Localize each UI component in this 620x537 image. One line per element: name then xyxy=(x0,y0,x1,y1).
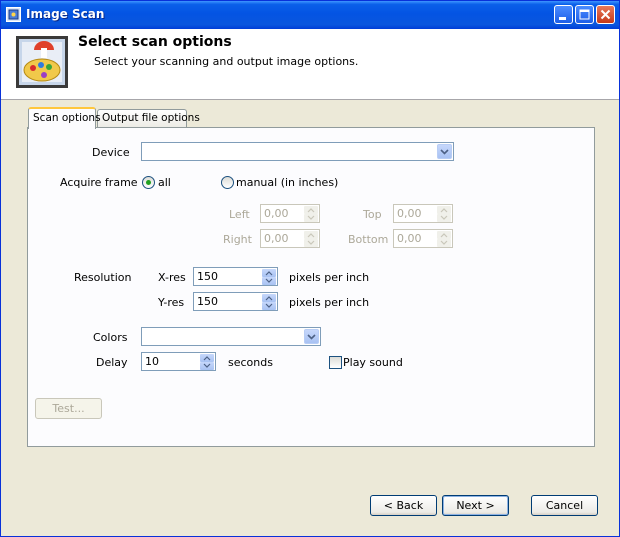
right-spin-down[interactable] xyxy=(304,239,318,247)
right-value: 0,00 xyxy=(264,232,289,245)
close-icon xyxy=(600,9,611,20)
xres-label: X-res xyxy=(158,271,186,284)
chevron-down-icon xyxy=(440,215,448,220)
maximize-button[interactable] xyxy=(575,5,594,24)
colors-dropdown-button[interactable] xyxy=(304,329,319,344)
bottom-spinbox[interactable]: 0,00 xyxy=(393,229,453,248)
test-button[interactable]: Test... xyxy=(35,398,102,419)
yres-label: Y-res xyxy=(158,296,185,309)
wizard-header: Select scan options Select your scanning… xyxy=(1,29,619,100)
top-spin-down[interactable] xyxy=(437,214,451,222)
chevron-down-icon xyxy=(265,278,273,283)
acquire-frame-label: Acquire frame xyxy=(60,176,138,189)
chevron-up-icon xyxy=(265,296,273,301)
left-label: Left xyxy=(229,208,250,221)
bottom-spin-down[interactable] xyxy=(437,239,451,247)
delay-spin-down[interactable] xyxy=(200,362,214,370)
window-title: Image Scan xyxy=(26,7,105,21)
cancel-button[interactable]: Cancel xyxy=(531,495,598,516)
chevron-down-icon xyxy=(440,240,448,245)
acquire-manual-label[interactable]: manual (in inches) xyxy=(236,176,338,189)
minimize-icon xyxy=(559,17,566,20)
top-value: 0,00 xyxy=(397,207,422,220)
play-sound-checkbox[interactable] xyxy=(329,356,342,369)
delay-unit-label: seconds xyxy=(228,356,273,369)
left-spin-up[interactable] xyxy=(304,206,318,214)
bottom-label: Bottom xyxy=(348,233,389,246)
tab-output-file-options[interactable]: Output file options xyxy=(97,109,200,127)
page-title: Select scan options xyxy=(78,34,232,50)
chevron-down-icon xyxy=(265,303,273,308)
xres-unit-label: pixels per inch xyxy=(289,271,370,284)
delay-spinbox[interactable]: 10 xyxy=(141,352,216,371)
colors-select[interactable] xyxy=(141,327,321,346)
title-bar[interactable]: Image Scan xyxy=(1,1,619,29)
chevron-up-icon xyxy=(440,208,448,213)
next-button[interactable]: Next > xyxy=(442,495,509,516)
xres-spin-down[interactable] xyxy=(262,277,276,285)
top-label: Top xyxy=(363,208,382,221)
yres-unit-label: pixels per inch xyxy=(289,296,370,309)
yres-spinbox[interactable]: 150 xyxy=(193,292,278,311)
acquire-all-label[interactable]: all xyxy=(158,176,171,189)
chevron-down-icon xyxy=(203,363,211,368)
delay-label: Delay xyxy=(96,356,128,369)
chevron-down-icon xyxy=(307,240,315,245)
image-scan-window: Image Scan Select scan options Select yo… xyxy=(0,0,620,537)
chevron-up-icon xyxy=(307,208,315,213)
xres-spinbox[interactable]: 150 xyxy=(193,267,278,286)
left-value: 0,00 xyxy=(264,207,289,220)
device-dropdown-button[interactable] xyxy=(437,144,452,159)
device-select[interactable] xyxy=(141,142,454,161)
page-subtitle: Select your scanning and output image op… xyxy=(94,55,359,68)
chevron-up-icon xyxy=(307,233,315,238)
yres-spin-down[interactable] xyxy=(262,302,276,310)
colors-label: Colors xyxy=(93,331,128,344)
chevron-up-icon xyxy=(203,356,211,361)
top-spin-up[interactable] xyxy=(437,206,451,214)
back-button[interactable]: < Back xyxy=(370,495,437,516)
play-sound-label[interactable]: Play sound xyxy=(343,356,403,369)
chevron-down-icon xyxy=(307,215,315,220)
acquire-all-radio[interactable] xyxy=(142,176,155,189)
scan-options-panel: Device Acquire frame all manual (in inch… xyxy=(27,127,595,447)
radio-selected-dot xyxy=(146,180,151,185)
yres-value: 150 xyxy=(197,295,218,308)
delay-spin-up[interactable] xyxy=(200,354,214,362)
chevron-down-icon xyxy=(307,334,316,340)
top-spinbox[interactable]: 0,00 xyxy=(393,204,453,223)
delay-value: 10 xyxy=(145,355,159,368)
chevron-up-icon xyxy=(265,271,273,276)
tab-scan-options[interactable]: Scan options xyxy=(28,107,101,129)
device-label: Device xyxy=(92,146,130,159)
right-label: Right xyxy=(223,233,252,246)
palette-picture-icon xyxy=(16,36,68,88)
chevron-up-icon xyxy=(440,233,448,238)
bottom-spin-up[interactable] xyxy=(437,231,451,239)
right-spin-up[interactable] xyxy=(304,231,318,239)
resolution-label: Resolution xyxy=(74,271,132,284)
chevron-down-icon xyxy=(440,149,449,155)
right-spinbox[interactable]: 0,00 xyxy=(260,229,320,248)
left-spinbox[interactable]: 0,00 xyxy=(260,204,320,223)
app-icon xyxy=(6,7,21,22)
left-spin-down[interactable] xyxy=(304,214,318,222)
minimize-button[interactable] xyxy=(554,5,573,24)
close-button[interactable] xyxy=(596,5,615,24)
maximize-icon xyxy=(579,9,590,20)
xres-value: 150 xyxy=(197,270,218,283)
bottom-value: 0,00 xyxy=(397,232,422,245)
acquire-manual-radio[interactable] xyxy=(221,176,234,189)
xres-spin-up[interactable] xyxy=(262,269,276,277)
yres-spin-up[interactable] xyxy=(262,294,276,302)
